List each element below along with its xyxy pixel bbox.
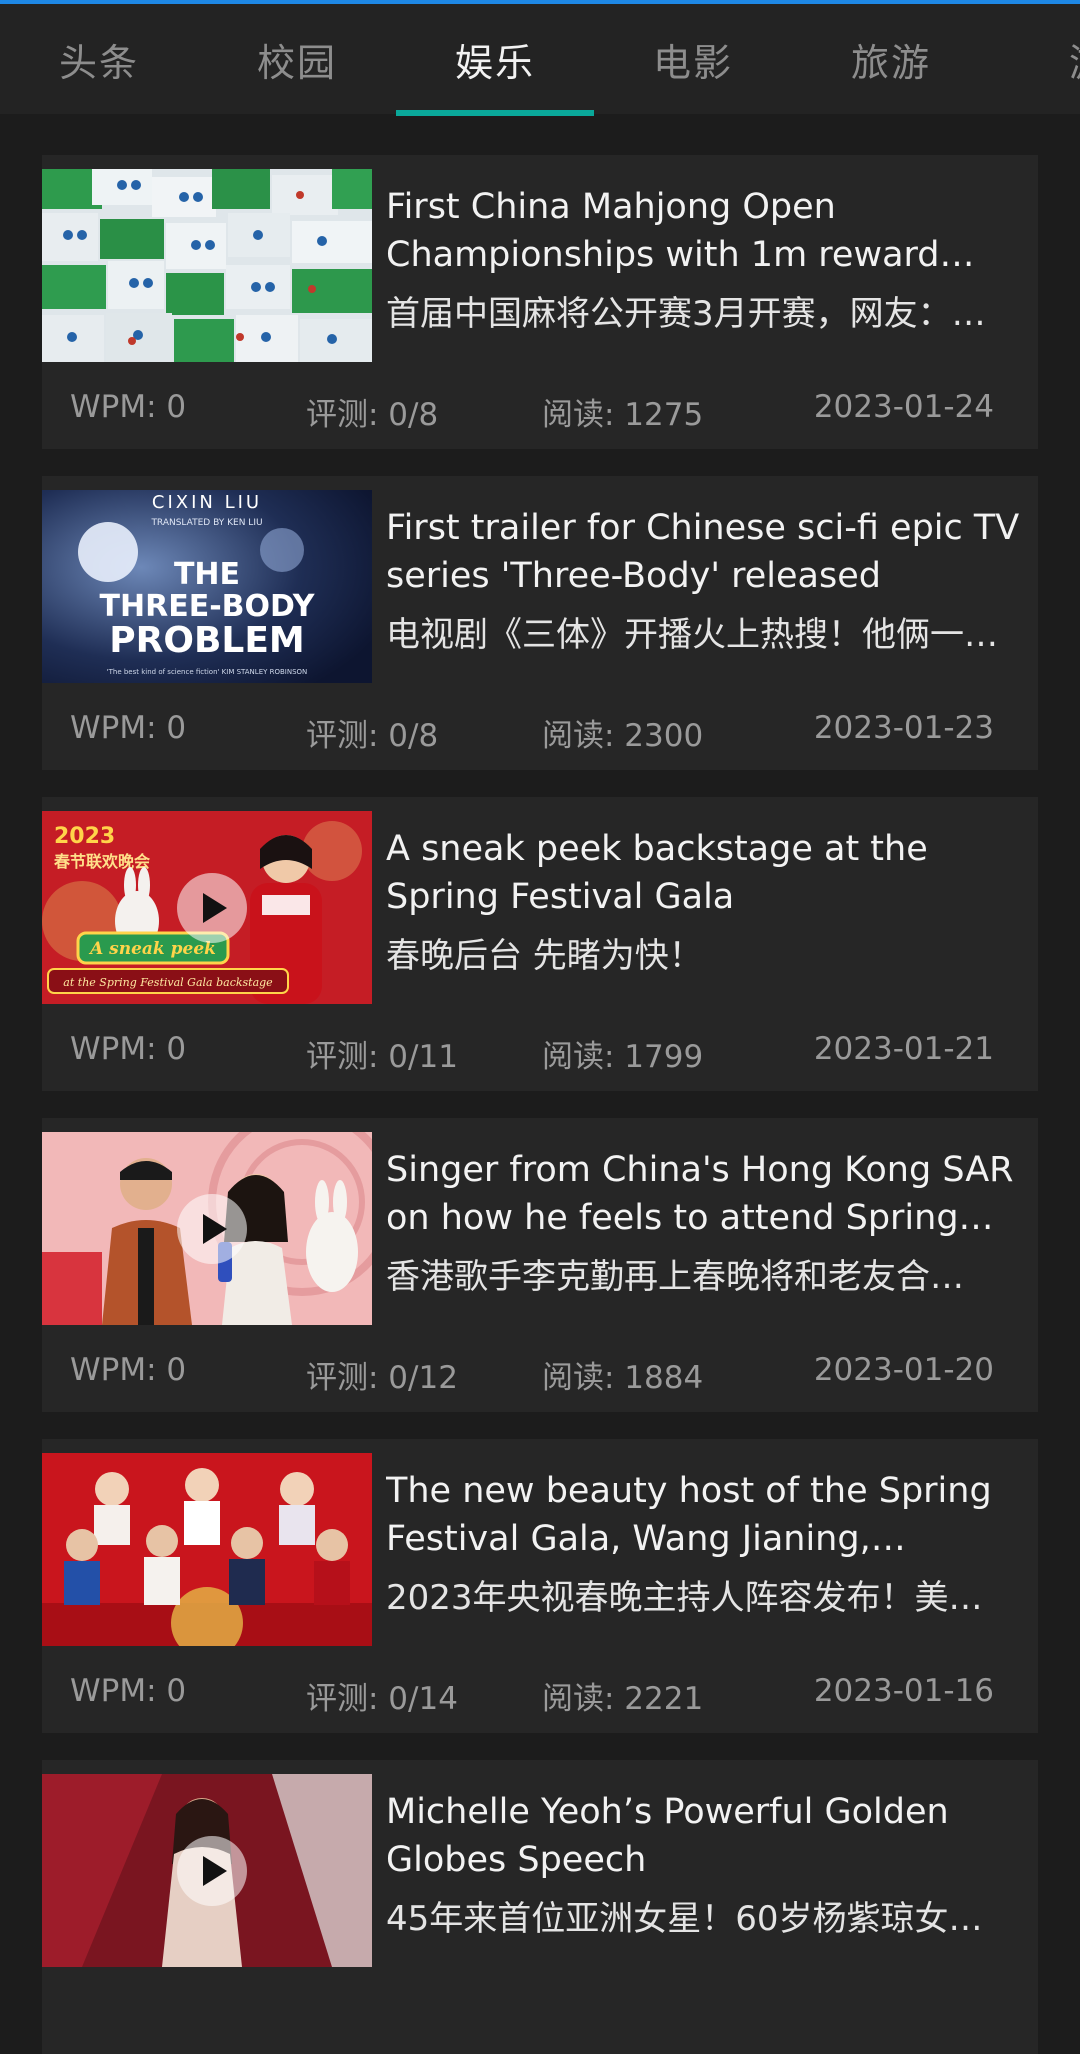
publish-date: 2023-01-16 xyxy=(813,1673,994,1709)
hosts-poster-thumbnail xyxy=(42,1453,372,1646)
article-card[interactable]: The new beauty host of the Spring Festiv… xyxy=(42,1439,1038,1733)
category-tab-bar: 头条 校园 娱乐 电影 旅游 游 xyxy=(0,4,1080,116)
read-count: 阅读: 2221 xyxy=(542,1681,704,1717)
evaluation-stat: 评测: 0/8 xyxy=(306,718,439,754)
book-title-line3: PROBLEM xyxy=(109,620,305,661)
publish-date: 2023-01-23 xyxy=(813,710,994,746)
article-title: Singer from China's Hong Kong SAR on how… xyxy=(386,1150,1014,1238)
read-count: 阅读: 1275 xyxy=(542,397,704,433)
wpm-stat: WPM: 0 xyxy=(70,389,187,425)
article-card[interactable]: First China Mahjong Open Championships w… xyxy=(42,155,1038,449)
publish-date: 2023-01-24 xyxy=(813,389,994,425)
article-card[interactable]: CIXIN LIU TRANSLATED BY KEN LIU THE THRE… xyxy=(42,476,1038,770)
evaluation-stat: 评测: 0/11 xyxy=(306,1039,458,1075)
read-count: 阅读: 2300 xyxy=(542,718,704,754)
article-title: The new beauty host of the Spring Festiv… xyxy=(386,1471,992,1559)
play-icon[interactable] xyxy=(177,1836,247,1906)
wpm-stat: WPM: 0 xyxy=(70,1673,187,1709)
article-subtitle: 2023年央视春晚主持人阵容发布！美… xyxy=(386,1578,983,1618)
book-quote: 'The best kind of science fiction' KIM S… xyxy=(107,668,308,676)
article-subtitle: 香港歌手李克勤再上春晚将和老友合… xyxy=(386,1257,964,1297)
article-title: First trailer for Chinese sci-fi epic TV… xyxy=(386,508,1020,596)
article-card[interactable]: Michelle Yeoh’s Powerful Golden Globes S… xyxy=(42,1760,1038,2054)
evaluation-stat: 评测: 0/12 xyxy=(306,1360,458,1396)
tab-games[interactable]: 游 xyxy=(990,4,1080,114)
evaluation-stat: 评测: 0/14 xyxy=(306,1681,458,1717)
article-subtitle: 电视剧《三体》开播火上热搜！他俩一… xyxy=(386,615,998,655)
article-card[interactable]: Singer from China's Hong Kong SAR on how… xyxy=(42,1118,1038,1412)
read-count: 阅读: 1884 xyxy=(542,1360,704,1396)
book-title-line1: THE xyxy=(174,557,240,592)
mahjong-tiles-thumbnail xyxy=(42,169,372,362)
book-title-line2: THREE-BODY xyxy=(100,589,316,624)
article-card[interactable]: 2023 春节联欢晚会 A sneak peek at the Spring F… xyxy=(42,797,1038,1091)
tab-headlines[interactable]: 头条 xyxy=(0,4,198,114)
article-subtitle: 首届中国麻将公开赛3月开赛，网友：… xyxy=(386,294,986,334)
evaluation-stat: 评测: 0/8 xyxy=(306,397,439,433)
gala-banner: A sneak peek xyxy=(88,939,216,959)
publish-date: 2023-01-20 xyxy=(813,1352,994,1388)
article-title: Michelle Yeoh’s Powerful Golden Globes S… xyxy=(386,1792,949,1880)
active-tab-indicator xyxy=(396,110,594,116)
read-count: 阅读: 1799 xyxy=(542,1039,704,1075)
gala-banner-sub: at the Spring Festival Gala backstage xyxy=(63,976,273,989)
gala-name: 春节联欢晚会 xyxy=(53,852,150,871)
play-icon[interactable] xyxy=(177,1194,247,1264)
article-title: First China Mahjong Open Championships w… xyxy=(386,187,940,275)
wpm-stat: WPM: 0 xyxy=(70,710,187,746)
article-subtitle: 春晚后台 先睹为快！ xyxy=(386,936,703,976)
book-translator: TRANSLATED BY KEN LIU xyxy=(150,518,262,528)
tab-travel[interactable]: 旅游 xyxy=(792,4,990,114)
tab-movies[interactable]: 电影 xyxy=(594,4,792,114)
book-author: CIXIN LIU xyxy=(152,492,262,513)
play-icon[interactable] xyxy=(177,873,247,943)
wpm-stat: WPM: 0 xyxy=(70,1031,187,1067)
publish-date: 2023-01-21 xyxy=(813,1031,994,1067)
article-subtitle: 45年来首位亚洲女星！60岁杨紫琼女星… xyxy=(386,1899,1006,1939)
wpm-stat: WPM: 0 xyxy=(70,1352,187,1388)
gala-video-thumbnail: 2023 春节联欢晚会 A sneak peek at the Spring F… xyxy=(42,811,372,1004)
awards-video-thumbnail xyxy=(42,1774,372,1967)
tab-campus[interactable]: 校园 xyxy=(198,4,396,114)
book-cover-thumbnail: CIXIN LIU TRANSLATED BY KEN LIU THE THRE… xyxy=(42,490,372,683)
article-title: A sneak peek backstage at the Spring Fes… xyxy=(386,829,928,917)
tab-entertainment[interactable]: 娱乐 xyxy=(396,4,594,114)
interview-video-thumbnail xyxy=(42,1132,372,1325)
gala-year: 2023 xyxy=(54,824,115,849)
